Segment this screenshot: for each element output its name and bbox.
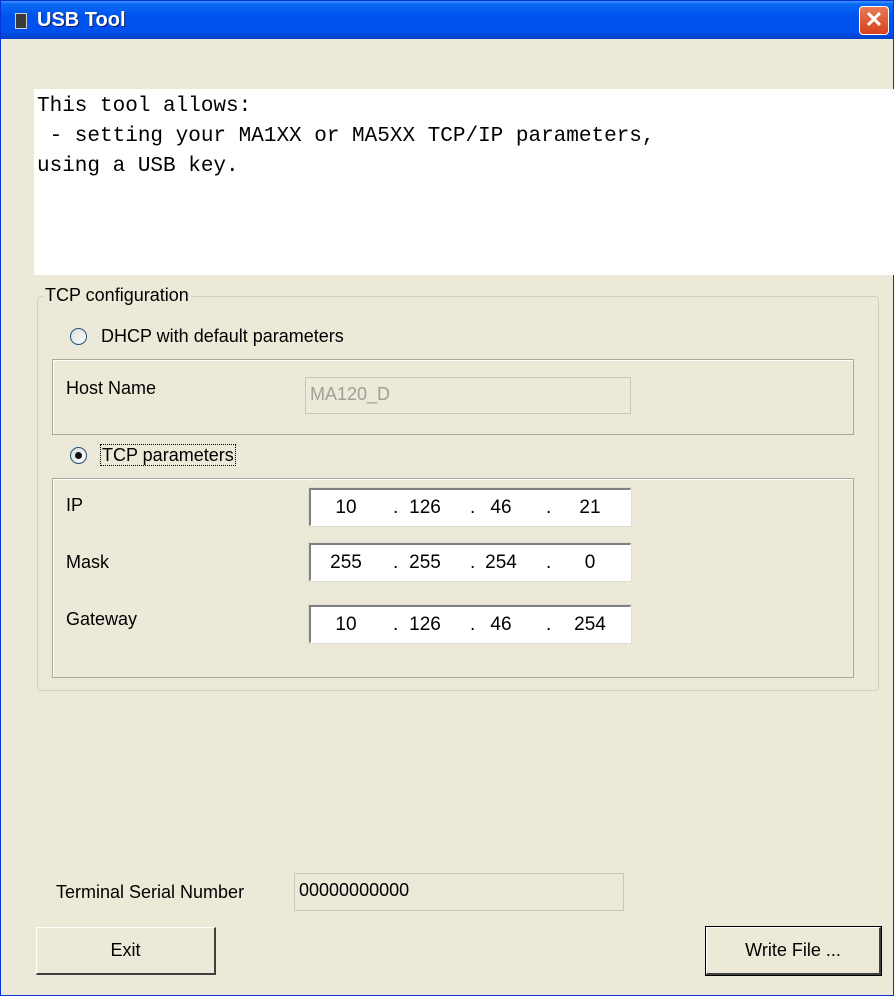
mask-label: Mask	[66, 552, 110, 572]
gateway-octet-2: 126	[409, 614, 441, 635]
ip-octet-1: 10	[335, 497, 357, 518]
window-title: USB Tool	[37, 9, 126, 31]
mask-dot-3: .	[546, 552, 552, 573]
serial-number-field[interactable]: 00000000000	[294, 873, 624, 911]
gateway-dot-1: .	[393, 614, 399, 635]
ip-octet-2: 126	[409, 497, 441, 518]
app-icon	[15, 13, 27, 29]
ip-address-field[interactable]: 10 . 126 . 46 . 21	[308, 487, 632, 527]
gateway-octet-3: 46	[490, 614, 512, 635]
exit-button[interactable]: Exit	[36, 927, 216, 975]
host-name-value: MA120_D	[310, 384, 391, 404]
usb-tool-window: USB Tool ✕ This tool allows: - setting y…	[0, 0, 894, 996]
host-name-field[interactable]: MA120_D	[305, 377, 631, 414]
ip-octet-4: 21	[579, 497, 601, 518]
mask-octet-2: 255	[409, 552, 441, 573]
gateway-octet-4: 254	[574, 614, 606, 635]
mask-field[interactable]: 255 . 255 . 254 . 0	[308, 542, 632, 582]
mask-dot-2: .	[470, 552, 476, 573]
mask-octet-1: 255	[330, 552, 362, 573]
host-name-label: Host Name	[66, 378, 157, 398]
serial-number-label: Terminal Serial Number	[56, 882, 245, 902]
title-bar[interactable]: USB Tool ✕	[1, 1, 893, 39]
dhcp-radio[interactable]	[70, 328, 87, 345]
ip-octet-3: 46	[490, 497, 512, 518]
ip-dot-3: .	[546, 497, 552, 518]
mask-octet-3: 254	[485, 552, 517, 573]
ip-dot-1: .	[393, 497, 399, 518]
gateway-field[interactable]: 10 . 126 . 46 . 254	[308, 604, 632, 644]
ip-label: IP	[66, 495, 84, 515]
gateway-dot-3: .	[546, 614, 552, 635]
serial-number-value: 00000000000	[299, 880, 410, 900]
write-file-button[interactable]: Write File ...	[705, 926, 882, 976]
tcp-configuration-legend: TCP configuration	[43, 285, 191, 306]
dhcp-radio-label[interactable]: DHCP with default parameters	[101, 326, 344, 347]
description-text: This tool allows: - setting your MA1XX o…	[34, 89, 894, 275]
tcp-parameters-radio[interactable]	[70, 447, 87, 464]
tcp-parameters-label-text: TCP parameters	[100, 444, 236, 466]
mask-dot-1: .	[393, 552, 399, 573]
tcp-parameters-radio-label[interactable]: TCP parameters	[100, 444, 236, 466]
close-button[interactable]: ✕	[859, 6, 889, 35]
gateway-octet-1: 10	[335, 614, 357, 635]
ip-dot-2: .	[470, 497, 476, 518]
gateway-label: Gateway	[66, 609, 138, 629]
mask-octet-4: 0	[584, 552, 596, 573]
gateway-dot-2: .	[470, 614, 476, 635]
